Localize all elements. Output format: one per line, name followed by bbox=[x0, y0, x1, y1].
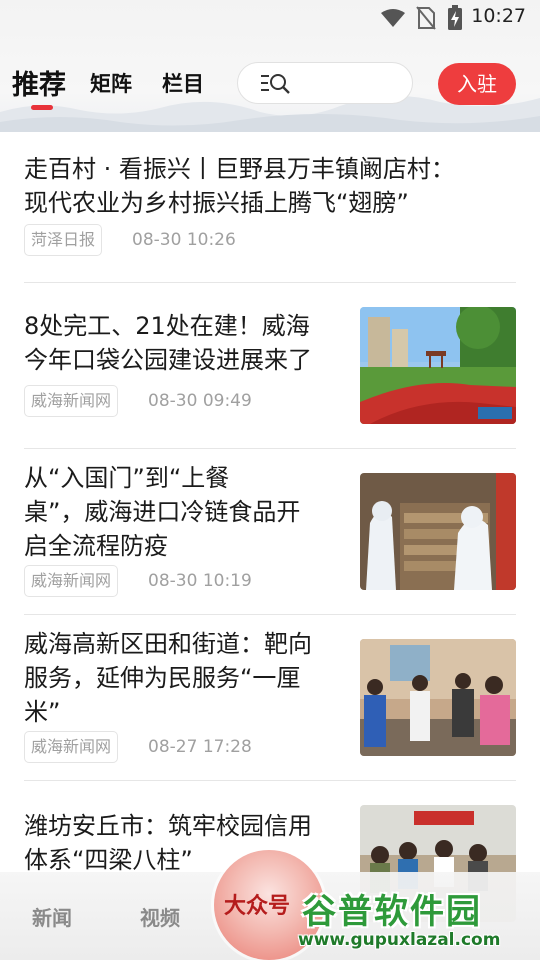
news-title-line: 服务，延伸为民服务“一厘 bbox=[24, 664, 301, 692]
news-title-line: 8处完工、21处在建！威海 bbox=[24, 312, 310, 340]
news-title-line: 现代农业为乡村振兴插上腾飞“翅膀” bbox=[24, 189, 409, 217]
news-meta: 威海新闻网 08-30 09:49 bbox=[24, 385, 252, 417]
news-title-line: 从“入国门”到“上餐 bbox=[24, 464, 230, 492]
tab-columns[interactable]: 栏目 bbox=[162, 68, 204, 98]
news-meta: 威海新闻网 08-27 17:28 bbox=[24, 731, 252, 763]
news-time: 08-30 10:26 bbox=[132, 230, 236, 250]
news-time: 08-30 10:19 bbox=[148, 571, 252, 591]
news-title-line: 启全流程防疫 bbox=[24, 532, 168, 560]
watermark-title: 谷普软件园 bbox=[302, 892, 482, 932]
news-item[interactable]: 威海高新区田和街道：靶向 服务，延伸为民服务“一厘 米” 威海新闻网 08-27 … bbox=[0, 615, 540, 781]
news-meta: 威海新闻网 08-30 10:19 bbox=[24, 565, 252, 597]
tab-label: 推荐 bbox=[12, 70, 66, 101]
news-title-line: 威海高新区田和街道：靶向 bbox=[24, 630, 312, 658]
news-thumbnail-volunteers bbox=[360, 639, 516, 756]
news-item[interactable]: 从“入国门”到“上餐 桌”，威海进口冷链食品开 启全流程防疫 威海新闻网 08-3… bbox=[0, 449, 540, 615]
news-title: 威海高新区田和街道：靶向 服务，延伸为民服务“一厘 米” bbox=[24, 627, 312, 729]
news-title-line: 米” bbox=[24, 698, 61, 726]
news-title-line: 潍坊安丘市：筑牢校园信用 bbox=[24, 812, 312, 840]
bottom-tab-news[interactable]: 新闻 bbox=[32, 902, 72, 931]
top-nav: 推荐 矩阵 栏目 入驻 bbox=[0, 62, 540, 112]
news-meta: 菏泽日报 08-30 10:26 bbox=[24, 224, 236, 256]
news-title: 走百村 · 看振兴丨巨野县万丰镇阚店村： 现代农业为乡村振兴插上腾飞“翅膀” bbox=[24, 152, 455, 220]
wifi-icon bbox=[381, 9, 405, 27]
tab-recommend[interactable]: 推荐 bbox=[12, 63, 66, 110]
news-title-line: 走百村 · 看振兴丨巨野县万丰镇阚店村： bbox=[24, 155, 455, 183]
news-source: 菏泽日报 bbox=[24, 224, 103, 256]
center-button-label: 大众号 bbox=[224, 894, 291, 919]
top-header: 10:27 推荐 矩阵 栏目 入驻 bbox=[0, 0, 540, 132]
bottom-tab-video[interactable]: 视频 bbox=[140, 902, 180, 931]
news-source: 威海新闻网 bbox=[24, 385, 119, 417]
news-time: 08-30 09:49 bbox=[148, 391, 252, 411]
status-time: 10:27 bbox=[471, 5, 526, 27]
news-source: 威海新闻网 bbox=[24, 731, 119, 763]
news-thumbnail-cold-chain bbox=[360, 473, 516, 590]
tab-matrix[interactable]: 矩阵 bbox=[90, 68, 132, 98]
news-item[interactable]: 8处完工、21处在建！威海 今年口袋公园建设进展来了 威海新闻网 08-30 09… bbox=[0, 283, 540, 449]
no-sim-icon bbox=[416, 6, 436, 30]
search-icon bbox=[261, 74, 290, 94]
news-title-line: 今年口袋公园建设进展来了 bbox=[24, 346, 312, 374]
watermark: 谷普软件园 www.gupuxlazal.com bbox=[296, 884, 540, 960]
battery-charging-icon bbox=[448, 5, 462, 30]
status-bar: 10:27 bbox=[0, 0, 540, 36]
news-item[interactable]: 走百村 · 看振兴丨巨野县万丰镇阚店村： 现代农业为乡村振兴插上腾飞“翅膀” 菏… bbox=[0, 132, 540, 283]
news-title: 8处完工、21处在建！威海 今年口袋公园建设进展来了 bbox=[24, 309, 312, 377]
watermark-url: www.gupuxlazal.com bbox=[298, 930, 501, 950]
news-title-line: 桌”，威海进口冷链食品开 bbox=[24, 498, 301, 526]
news-thumbnail-park bbox=[360, 307, 516, 424]
search-input[interactable] bbox=[237, 62, 413, 104]
active-tab-indicator bbox=[31, 105, 53, 110]
news-title: 从“入国门”到“上餐 桌”，威海进口冷链食品开 启全流程防疫 bbox=[24, 461, 300, 563]
join-button[interactable]: 入驻 bbox=[438, 63, 516, 105]
news-source: 威海新闻网 bbox=[24, 565, 119, 597]
news-time: 08-27 17:28 bbox=[148, 737, 252, 757]
